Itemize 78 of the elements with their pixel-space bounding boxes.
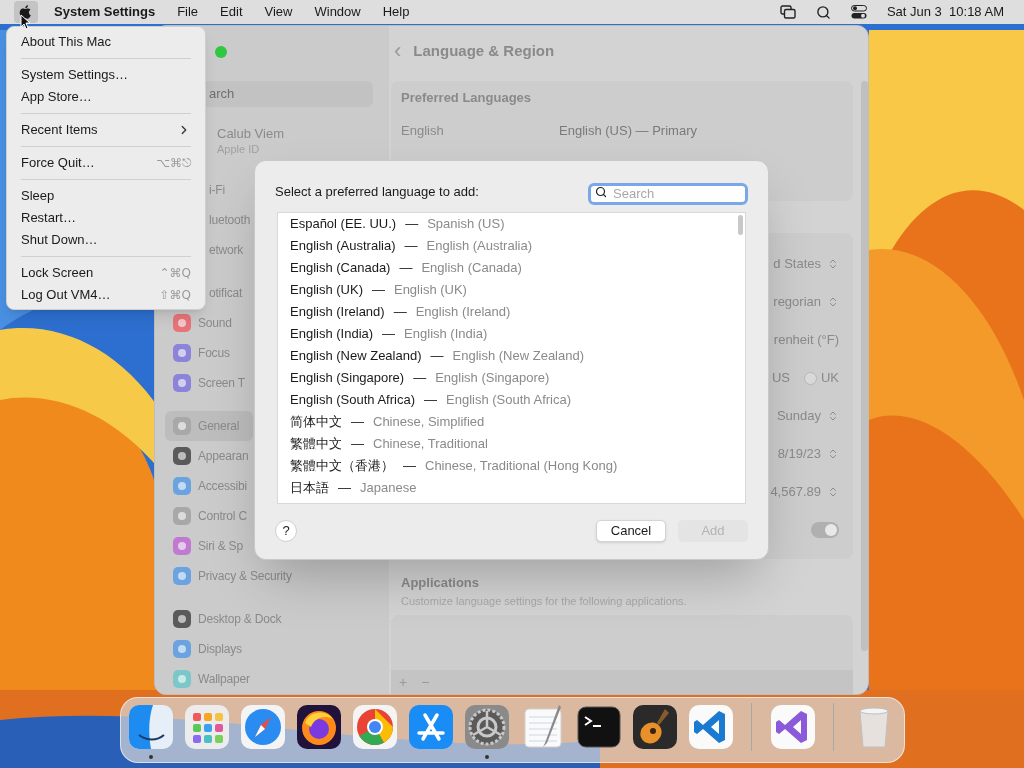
language-row[interactable]: English (Canada) — English (Canada) (278, 257, 735, 279)
menu-item[interactable]: Sleep (13, 185, 199, 207)
up-down-chevron-icon (827, 258, 839, 270)
language-row[interactable]: English (UK) — English (UK) (278, 279, 735, 301)
language-row[interactable]: Español (EE. UU.) — Spanish (US) (278, 213, 735, 235)
app-grid-icon[interactable] (183, 703, 231, 751)
language-row[interactable]: English (Ireland) — English (Ireland) (278, 301, 735, 323)
menu-item[interactable]: Restart… (13, 207, 199, 229)
gear-icon[interactable] (463, 703, 511, 751)
shortcut: ⇧⌘Q (159, 287, 191, 304)
up-down-chevron-icon (827, 448, 839, 460)
two-tone-face-icon[interactable] (127, 703, 175, 751)
ribbon-icon[interactable] (687, 703, 735, 751)
settings-category-icon (173, 374, 191, 392)
menu-title[interactable]: Help (382, 2, 410, 22)
control-center-icon[interactable] (850, 5, 867, 19)
crossed-lines-icon[interactable] (407, 703, 455, 751)
radio-label: US (771, 369, 790, 388)
settings-category-icon (173, 477, 191, 495)
shortcut: ⌃⌘Q (159, 265, 191, 282)
language-row[interactable]: 繁體中文 — Chinese, Traditional (278, 433, 735, 455)
search-icon[interactable] (815, 4, 831, 20)
page-title: Language & Region (413, 40, 555, 61)
terminal-icon[interactable] (575, 703, 623, 751)
language-name: English (401, 121, 445, 140)
settings-category-icon (173, 610, 191, 628)
language-detail: English (US) — Primary (559, 121, 697, 140)
app-menu[interactable]: System Settings (54, 2, 156, 22)
settings-category-icon (173, 344, 191, 362)
menu-item[interactable]: Recent Items (13, 119, 199, 141)
dialog-prompt: Select a preferred language to add: (275, 183, 479, 202)
language-row[interactable]: 繁體中文（香港） — Chinese, Traditional (Hong Kong) (278, 455, 735, 477)
settings-category-icon (173, 507, 191, 525)
language-row[interactable]: English (Australia) — English (Australia) (278, 235, 735, 257)
ribbon-icon[interactable] (768, 703, 817, 751)
menu-item[interactable]: Log Out VM4… ⇧⌘Q (13, 284, 199, 306)
search-icon (595, 186, 607, 198)
compass-icon[interactable] (239, 703, 287, 751)
unit-value: renheit (°F) (773, 331, 839, 350)
language-row[interactable]: English (Singapore) — English (Singapore) (278, 367, 735, 389)
pointer-icon (20, 14, 30, 30)
section-title: Preferred Languages (401, 89, 533, 107)
shortcut: ⌥⌘⎋ (156, 155, 191, 172)
up-down-chevron-icon (827, 486, 839, 498)
language-row[interactable]: 日本語 — Japanese (278, 477, 735, 499)
settings-category-icon (173, 670, 191, 688)
language-row[interactable]: English (South Africa) — English (South Africa) (278, 389, 735, 411)
settings-category-icon (173, 640, 191, 658)
section-title: Applications (401, 574, 480, 592)
up-down-chevron-icon (827, 296, 839, 308)
up-down-chevron-icon (827, 410, 839, 422)
language-row[interactable]: English (India) — English (India) (278, 323, 735, 345)
settings-category-icon (173, 417, 191, 435)
fox-globe-icon[interactable] (295, 703, 343, 751)
scrollbar[interactable] (861, 81, 868, 651)
windows-icon[interactable] (779, 5, 796, 19)
language-row[interactable]: 简体中文 — Chinese, Simplified (278, 411, 735, 433)
menu-item[interactable]: Force Quit… ⌥⌘⎋ (13, 152, 199, 174)
pinwheel-icon[interactable] (351, 703, 399, 751)
menu-item[interactable]: Shut Down… (13, 229, 199, 251)
menu-title[interactable]: Window (314, 2, 361, 22)
toggle-switch[interactable] (811, 522, 839, 538)
menu-title[interactable]: Edit (220, 2, 243, 22)
menu-item[interactable]: Lock Screen ⌃⌘Q (13, 262, 199, 284)
guitar-icon[interactable] (631, 703, 679, 751)
menu-title[interactable]: View (264, 2, 293, 22)
clock[interactable]: Sat Jun 3 10:18 AM (886, 2, 1004, 22)
menu-item[interactable]: About This Mac (13, 31, 199, 53)
dialog-button[interactable]: Cancel (596, 520, 666, 542)
help-button[interactable]: ? (275, 520, 297, 542)
settings-category-icon (173, 537, 191, 555)
scrollbar[interactable] (737, 215, 743, 235)
settings-category-icon (173, 447, 191, 465)
menu-title[interactable]: File (177, 2, 199, 22)
search-field[interactable]: Search (588, 182, 748, 205)
settings-category-icon (173, 314, 191, 332)
settings-category-icon (173, 567, 191, 585)
language-row[interactable]: English (New Zealand) — English (New Zealand) (278, 345, 735, 367)
